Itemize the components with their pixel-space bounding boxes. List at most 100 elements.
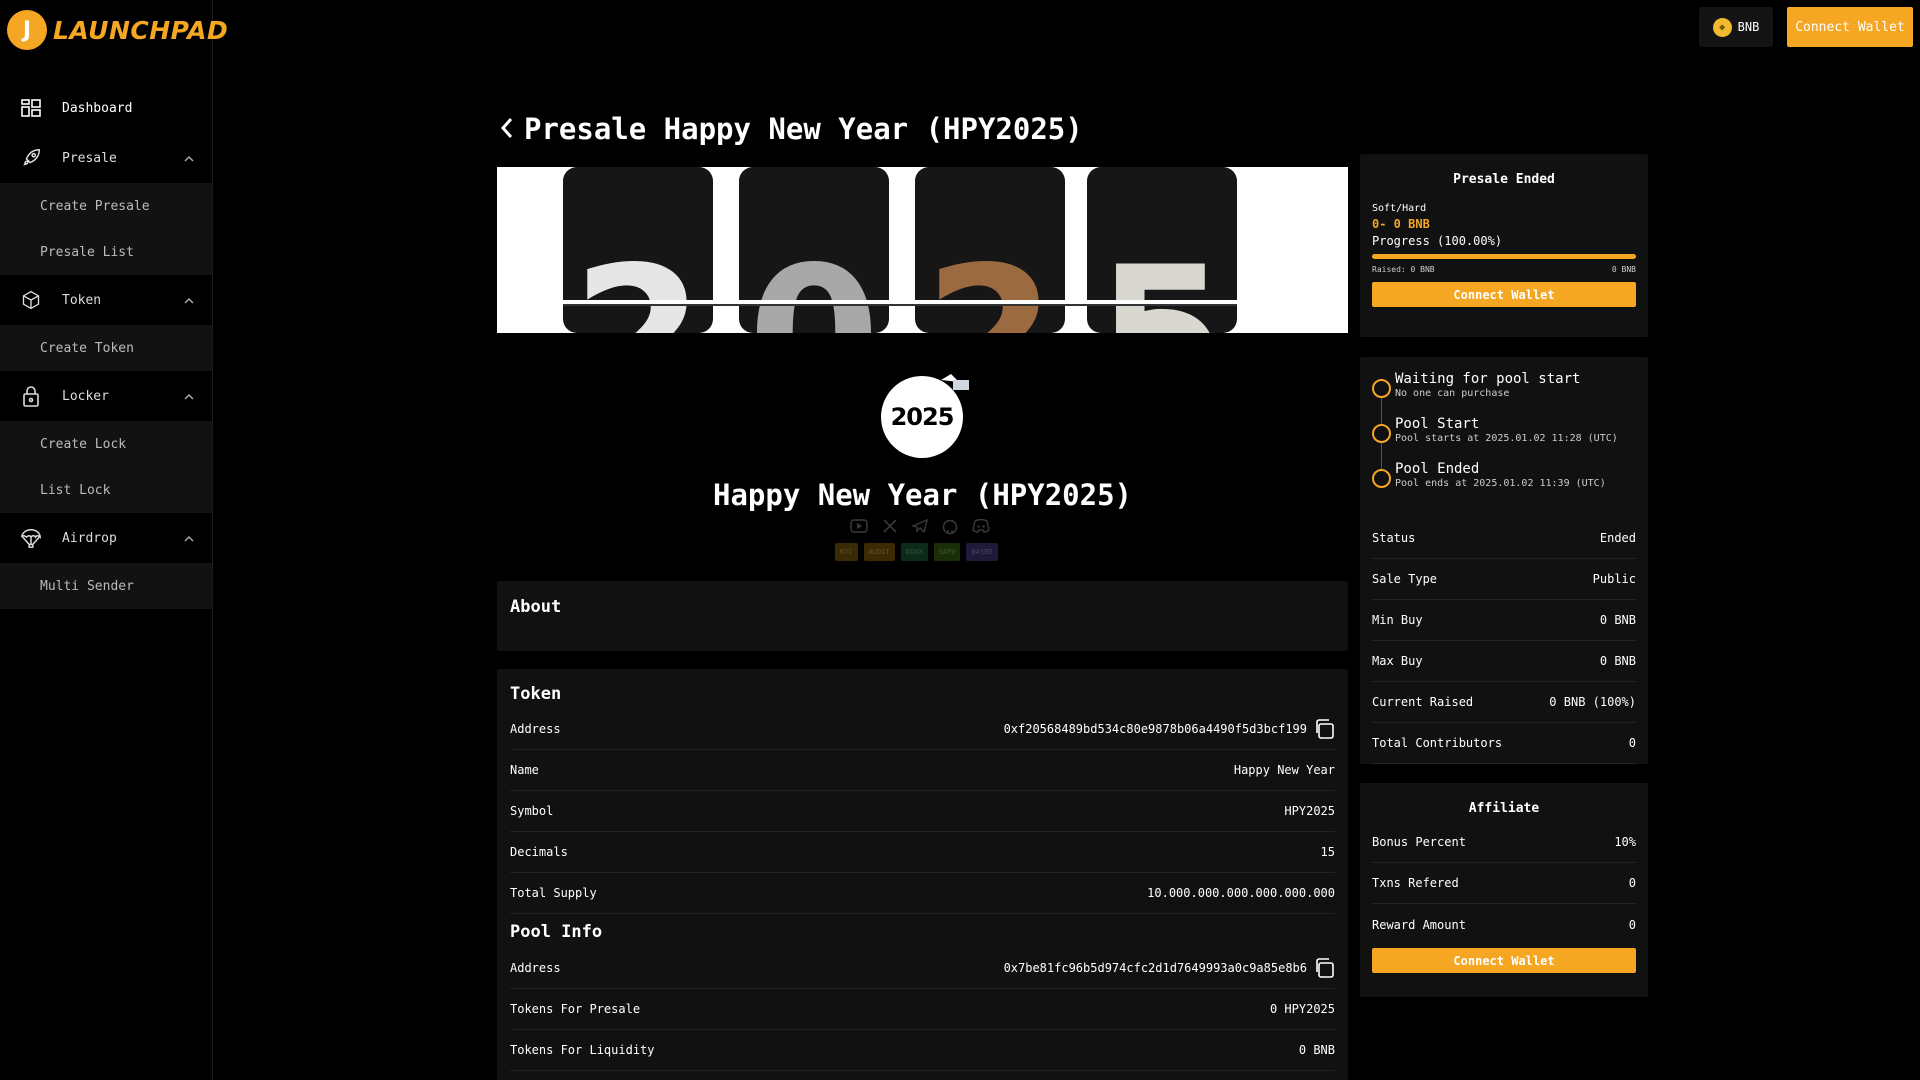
timeline-step-title: Pool Ended — [1395, 461, 1480, 477]
banner-digit: 2 — [572, 226, 704, 333]
row-label: Tokens For Liquidity — [510, 1043, 655, 1057]
youtube-icon[interactable] — [850, 519, 868, 533]
token-section-title: Token — [510, 684, 562, 704]
token-address-row: Address 0xf20568489bd534c80e9878b06a4490… — [510, 709, 1335, 750]
app-root: J LAUNCHPAD Dashboard Presale Create Pre… — [0, 0, 1920, 1080]
chevron-up-icon — [184, 389, 194, 404]
sidebar-nav: Dashboard Presale Create Presale Presale… — [0, 83, 212, 609]
cube-icon — [20, 289, 42, 311]
affiliate-card: Affiliate Bonus Percent 10% Txns Refered 0… — [1360, 783, 1648, 997]
token-decimals-row: Decimals 15 — [510, 832, 1335, 873]
logo-mark: J — [7, 10, 47, 50]
based-badge: BASED — [966, 543, 998, 561]
timeline-step-sub: No one can purchase — [1395, 388, 1510, 399]
softhard-value: 0- 0 BNB — [1372, 217, 1430, 231]
presale-banner: 2 0 2 5 — [497, 167, 1348, 333]
sidebar-item-create-token[interactable]: Create Token — [0, 325, 212, 371]
row-value: 0 HPY2025 — [1269, 1002, 1335, 1016]
page-title: Presale Happy New Year (HPY2025) — [500, 112, 1083, 146]
timeline-step: Pool Ended Pool ends at 2025.01.02 11:39… — [1372, 461, 1636, 506]
copy-icon[interactable] — [1313, 718, 1335, 740]
airdrop-submenu: Multi Sender — [0, 563, 212, 609]
doxx-badge: DOXX — [900, 543, 928, 561]
row-label: Address — [510, 961, 561, 975]
banner-image: 2 0 2 5 — [497, 167, 1348, 333]
about-title: About — [510, 597, 562, 617]
token-card: Token Address 0xf20568489bd534c80e9878b0… — [497, 669, 1348, 1080]
affiliate-label: Bonus Percent — [1372, 835, 1466, 849]
sidebar-item-presale-list[interactable]: Presale List — [0, 229, 212, 275]
sidebar-item-token[interactable]: Token — [0, 275, 212, 325]
x-icon[interactable] — [882, 519, 898, 533]
stat-value: 0 BNB — [1599, 654, 1636, 668]
stat-value: 0 BNB — [1599, 613, 1636, 627]
sidebar-item-label: Airdrop — [62, 530, 117, 546]
sidebar-item-multi-sender[interactable]: Multi Sender — [0, 563, 212, 609]
banner-digit: 0 — [748, 226, 880, 333]
row-label: Total Supply — [510, 886, 597, 900]
dashboard-icon — [20, 97, 42, 119]
page-title-text: Presale Happy New Year (HPY2025) — [524, 112, 1083, 146]
sidebar-item-locker[interactable]: Locker — [0, 371, 212, 421]
discord-icon[interactable] — [972, 519, 990, 533]
progress-label: Progress (100.00%) — [1372, 234, 1503, 248]
banner-digit: 5 — [1096, 226, 1228, 333]
sidebar-item-create-presale[interactable]: Create Presale — [0, 183, 212, 229]
stat-label: Min Buy — [1372, 613, 1423, 627]
timeline-step-sub: Pool ends at 2025.01.02 11:39 (UTC) — [1395, 478, 1606, 489]
stat-value: 0 BNB (100%) — [1549, 695, 1636, 709]
connect-wallet-button[interactable]: Connect Wallet — [1372, 282, 1636, 307]
pool-timeline-card: Waiting for pool start No one can purcha… — [1360, 357, 1648, 764]
affiliate-row: Txns Refered 0 — [1372, 863, 1636, 904]
timeline-dot — [1372, 379, 1391, 398]
pool-address-value: 0x7be81fc96b5d974cfc2d1d7649993a0c9a85e8… — [1003, 961, 1307, 975]
audit-badge: AUDIT — [863, 543, 895, 561]
token-submenu: Create Token — [0, 325, 212, 371]
affiliate-row: Reward Amount 0 — [1372, 904, 1636, 945]
sidebar-item-list-lock[interactable]: List Lock — [0, 467, 212, 513]
affiliate-label: Txns Refered — [1372, 876, 1459, 890]
connect-wallet-button[interactable]: Connect Wallet — [1787, 7, 1913, 47]
progress-bar — [1372, 254, 1636, 259]
stat-label: Total Contributors — [1372, 736, 1503, 750]
pool-stats: Status Ended Sale Type Public Min Buy 0 BNB… — [1372, 518, 1636, 764]
sidebar-item-presale[interactable]: Presale — [0, 133, 212, 183]
stat-label: Status — [1372, 531, 1416, 545]
token-address-value: 0xf20568489bd534c80e9878b06a4490f5d3bcf1… — [1003, 722, 1307, 736]
raised-row: Raised: 0 BNB 0 BNB — [1372, 265, 1636, 274]
timeline-step-title: Waiting for pool start — [1395, 371, 1581, 387]
chevron-left-icon[interactable] — [500, 112, 514, 146]
row-value: 15 — [1320, 845, 1335, 859]
chain-selector[interactable]: ◆ BNB — [1699, 7, 1773, 47]
stat-label: Sale Type — [1372, 572, 1438, 586]
project-avatar-wrap: 2025 — [881, 374, 969, 458]
sidebar-item-dashboard[interactable]: Dashboard — [0, 83, 212, 133]
stat-row: Max Buy 0 BNB — [1372, 641, 1636, 682]
stat-value: 0 — [1628, 736, 1636, 750]
row-label: Decimals — [510, 845, 568, 859]
row-label: Name — [510, 763, 539, 777]
affiliate-value: 10% — [1614, 835, 1636, 849]
audit-badges: KYC AUDIT DOXX SAFU BASED — [835, 543, 998, 561]
telegram-icon[interactable] — [912, 519, 928, 533]
chevron-up-icon — [184, 151, 194, 166]
raised-right: 0 BNB — [1611, 265, 1636, 274]
tokens-liquidity-row: Tokens For Liquidity 0 BNB — [510, 1030, 1335, 1071]
stat-row: Min Buy 0 BNB — [1372, 600, 1636, 641]
flag-icon — [941, 374, 969, 390]
logo[interactable]: J LAUNCHPAD — [7, 10, 228, 50]
softhard-label: Soft/Hard — [1372, 203, 1427, 214]
github-icon[interactable] — [942, 519, 958, 535]
affiliate-connect-wallet-button[interactable]: Connect Wallet — [1372, 948, 1636, 973]
timeline-step-sub: Pool starts at 2025.01.02 11:28 (UTC) — [1395, 433, 1618, 444]
sidebar-item-create-lock[interactable]: Create Lock — [0, 421, 212, 467]
copy-icon[interactable] — [1313, 957, 1335, 979]
social-links — [850, 519, 990, 535]
token-name-row: Name Happy New Year — [510, 750, 1335, 791]
sidebar-item-label: Presale — [62, 150, 117, 166]
stat-value: Public — [1592, 572, 1636, 586]
sidebar: J LAUNCHPAD Dashboard Presale Create Pre… — [0, 0, 228, 1080]
sidebar-item-airdrop[interactable]: Airdrop — [0, 513, 212, 563]
row-value: Happy New Year — [1233, 763, 1335, 777]
row-value: HPY2025 — [1284, 804, 1335, 818]
